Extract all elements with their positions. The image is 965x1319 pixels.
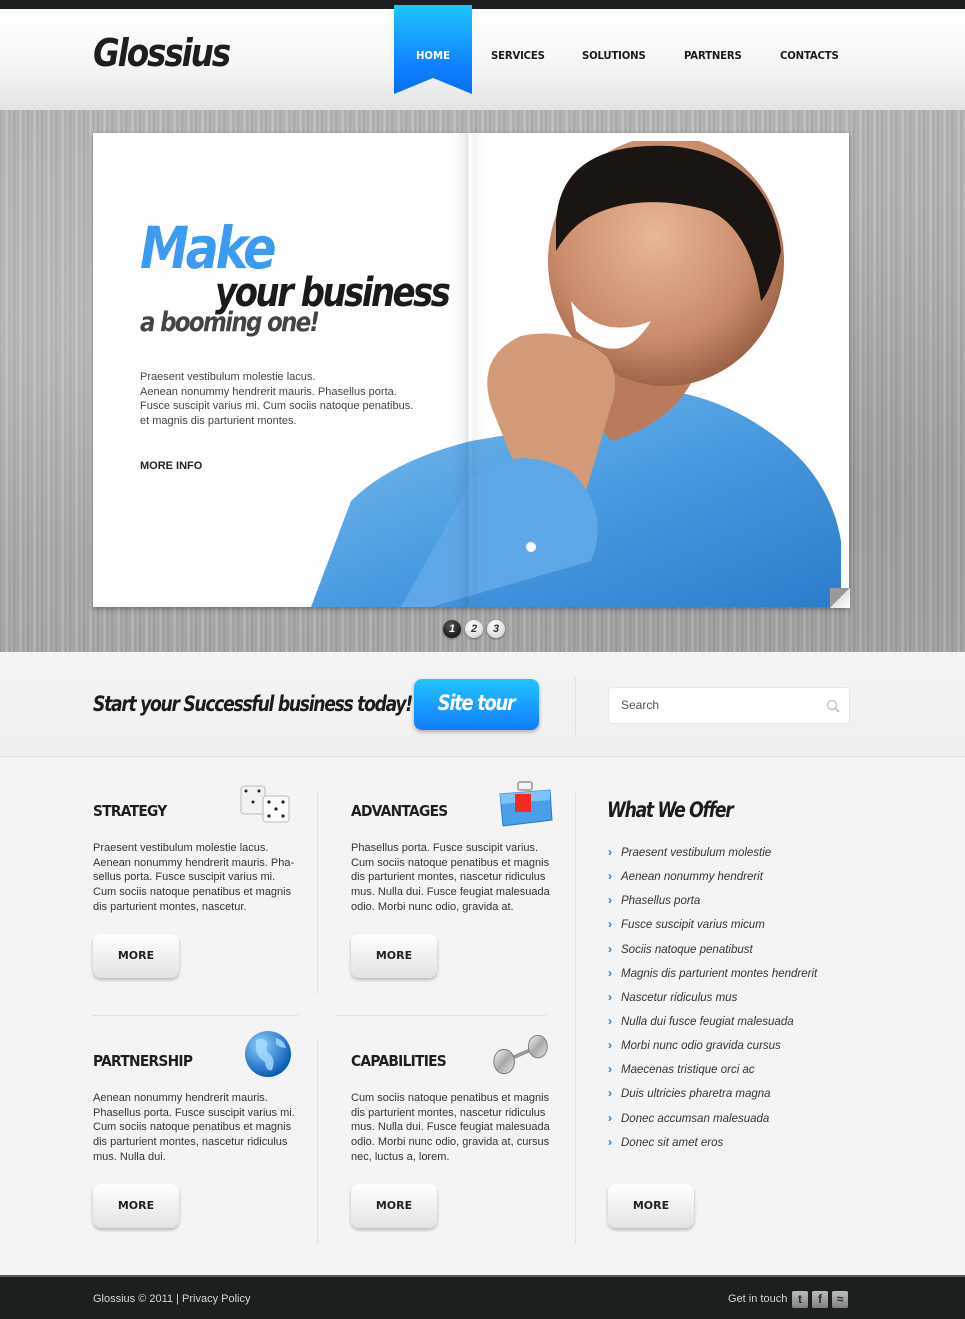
feature-title: CAPABILITIES [351, 1052, 447, 1070]
rss-icon[interactable]: ≈ [832, 1291, 848, 1308]
offer-item[interactable]: Donec accumsan malesuada [608, 1111, 817, 1137]
hero-headline-1: Make [140, 214, 277, 282]
dice-icon [240, 785, 290, 823]
facebook-icon[interactable]: f [812, 1291, 828, 1308]
offer-item[interactable]: Morbi nunc odio gravida cursus [608, 1038, 817, 1064]
strategy-more-button[interactable]: MORE [93, 934, 179, 978]
globe-icon [245, 1031, 291, 1077]
twitter-icon[interactable]: t [792, 1291, 808, 1308]
feature-text: Praesent vestibulum molestie lacus. Aene… [93, 842, 295, 913]
hero-headline-3: a booming one! [140, 307, 320, 338]
hero-text-line: Aenean nonummy hendrerit mauris. Phasell… [140, 385, 397, 398]
slide-dot-1[interactable]: 1 [443, 620, 461, 638]
copyright: Glossius © 2011 | Privacy Policy [93, 1293, 251, 1305]
offer-item[interactable]: Magnis dis parturient montes hendrerit [608, 966, 817, 992]
cta-text: Start your Successful business today! [93, 692, 413, 716]
feature-advantages: ADVANTAGES Phasellus porta. Fusce suscip… [351, 758, 561, 988]
offer-item[interactable]: Fusce suscipit varius micum [608, 917, 817, 943]
divider [575, 678, 576, 735]
offer-item[interactable]: Aenean nonummy hendrerit [608, 869, 817, 895]
hero-text: Praesent vestibulum molestie lacus. Aene… [140, 370, 420, 428]
feature-title: STRATEGY [93, 802, 167, 820]
nav-item-partners[interactable]: PARTNERS [684, 49, 742, 62]
nav-item-home[interactable]: HOME [394, 5, 472, 94]
toolbox-icon [499, 781, 553, 827]
offer-item[interactable]: Sociis natoque penatibust [608, 942, 817, 968]
feature-text: Aenean nonummy hendrerit mauris. Phasell… [93, 1092, 295, 1163]
search-box [608, 687, 850, 724]
hero-slider: Make your business a booming one! Praese… [0, 110, 965, 652]
capabilities-more-button[interactable]: MORE [351, 1184, 437, 1228]
copyright-text: Glossius © 2011 | [93, 1293, 183, 1305]
divider [317, 791, 318, 994]
nav-item-services[interactable]: SERVICES [491, 49, 545, 62]
search-icon[interactable] [826, 699, 840, 713]
cta-bar: Start your Successful business today! Si… [0, 652, 965, 757]
offer-item[interactable]: Maecenas tristique orci ac [608, 1062, 817, 1088]
partnership-more-button[interactable]: MORE [93, 1184, 179, 1228]
feature-strategy: STRATEGY Praesent vestibulum molestie la… [93, 758, 303, 988]
header: Glossius HOME SERVICES SOLUTIONS PARTNER… [0, 5, 965, 110]
search-input[interactable] [621, 698, 811, 712]
divider [575, 791, 576, 1244]
nav-label: HOME [415, 49, 451, 62]
dumbbell-icon [493, 1034, 548, 1075]
privacy-policy-link[interactable]: Privacy Policy [182, 1293, 250, 1305]
page-curl [830, 588, 850, 608]
feature-capabilities: CAPABILITIES Cum sociis natoque penatibu… [351, 1008, 561, 1238]
hero-text-line: Fusce suscipit varius mi. Cum sociis nat… [140, 400, 414, 412]
offer-more-button[interactable]: MORE [608, 1184, 694, 1228]
feature-title: ADVANTAGES [351, 802, 448, 820]
feature-text: Cum sociis natoque penatibus et magnis d… [351, 1092, 550, 1163]
divider [317, 1040, 318, 1244]
nav-item-contacts[interactable]: CONTACTS [780, 49, 839, 62]
offer-list: Praesent vestibulum molestie Aenean nonu… [608, 845, 817, 1161]
main-nav: HOME SERVICES SOLUTIONS PARTNERS CONTACT… [0, 5, 965, 110]
slide-dot-2[interactable]: 2 [465, 620, 483, 638]
offer-item[interactable]: Donec sit amet eros [608, 1135, 817, 1161]
nav-item-solutions[interactable]: SOLUTIONS [582, 49, 646, 62]
get-in-touch-label: Get in touch [728, 1293, 788, 1305]
advantages-more-button[interactable]: MORE [351, 934, 437, 978]
offer-item[interactable]: Duis ultricies pharetra magna [608, 1086, 817, 1112]
top-bar [0, 0, 965, 9]
offer-item[interactable]: Phasellus porta [608, 893, 817, 919]
footer: Glossius © 2011 | Privacy Policy Get in … [0, 1275, 965, 1319]
more-info-link[interactable]: MORE INFO [140, 460, 202, 472]
hero-text-line: Praesent vestibulum molestie lacus. [140, 371, 316, 383]
content: STRATEGY Praesent vestibulum molestie la… [0, 758, 965, 1275]
offer-item[interactable]: Praesent vestibulum molestie [608, 845, 817, 871]
offer-item[interactable]: Nulla dui fusce feugiat malesuada [608, 1014, 817, 1040]
slide-dot-3[interactable]: 3 [487, 620, 505, 638]
hero-text-line: et magnis dis parturient montes. [140, 414, 297, 427]
site-tour-label: Site tour [438, 691, 516, 715]
page-fold [453, 133, 483, 607]
site-tour-button[interactable]: Site tour [414, 679, 539, 730]
feature-text: Phasellus porta. Fusce suscipit varius. … [351, 842, 550, 913]
offer-item[interactable]: Nascetur ridiculus mus [608, 990, 817, 1016]
feature-title: PARTNERSHIP [93, 1052, 193, 1070]
slider-pagination: 1 2 3 [443, 620, 505, 638]
slide: Make your business a booming one! Praese… [93, 133, 850, 608]
feature-partnership: PARTNERSHIP Aenean nonummy hendrerit mau… [93, 1008, 303, 1238]
offer-title: What We Offer [607, 798, 734, 822]
